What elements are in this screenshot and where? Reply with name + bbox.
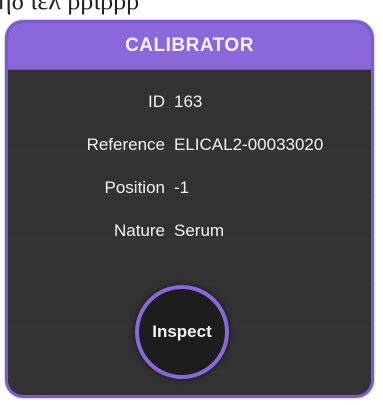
field-value-id: 163 — [174, 92, 203, 111]
field-row-id: ID 163 — [8, 92, 371, 135]
calibrator-popup-body: CALIBRATOR ID 163 Reference ELICAL2-0003… — [8, 23, 371, 395]
calibrator-popup: CALIBRATOR ID 163 Reference ELICAL2-0003… — [5, 20, 374, 398]
background-text-strip: ηδ ιελ ρριρρρ — [0, 0, 140, 15]
field-value-nature: Serum — [174, 221, 225, 240]
field-row-reference: Reference ELICAL2-00033020 — [8, 135, 371, 178]
inspect-button-label: Inspect — [152, 322, 212, 341]
detail-fields: ID 163 Reference ELICAL2-00033020 Positi… — [8, 92, 371, 264]
field-row-nature: Nature Serum — [8, 221, 371, 264]
field-value-position: -1 — [174, 178, 190, 197]
field-value-reference: ELICAL2-00033020 — [174, 135, 324, 154]
field-row-position: Position -1 — [8, 178, 371, 221]
inspect-button[interactable]: Inspect — [135, 285, 229, 379]
page: ηδ ιελ ρριρρρ CALIBRATOR ID 163 Referenc… — [0, 0, 383, 405]
dialog-header: CALIBRATOR — [8, 23, 371, 70]
field-label-id: ID — [148, 92, 165, 111]
field-label-reference: Reference — [86, 135, 165, 154]
field-label-nature: Nature — [113, 221, 165, 240]
dialog-title: CALIBRATOR — [125, 35, 254, 56]
field-label-position: Position — [104, 178, 165, 197]
